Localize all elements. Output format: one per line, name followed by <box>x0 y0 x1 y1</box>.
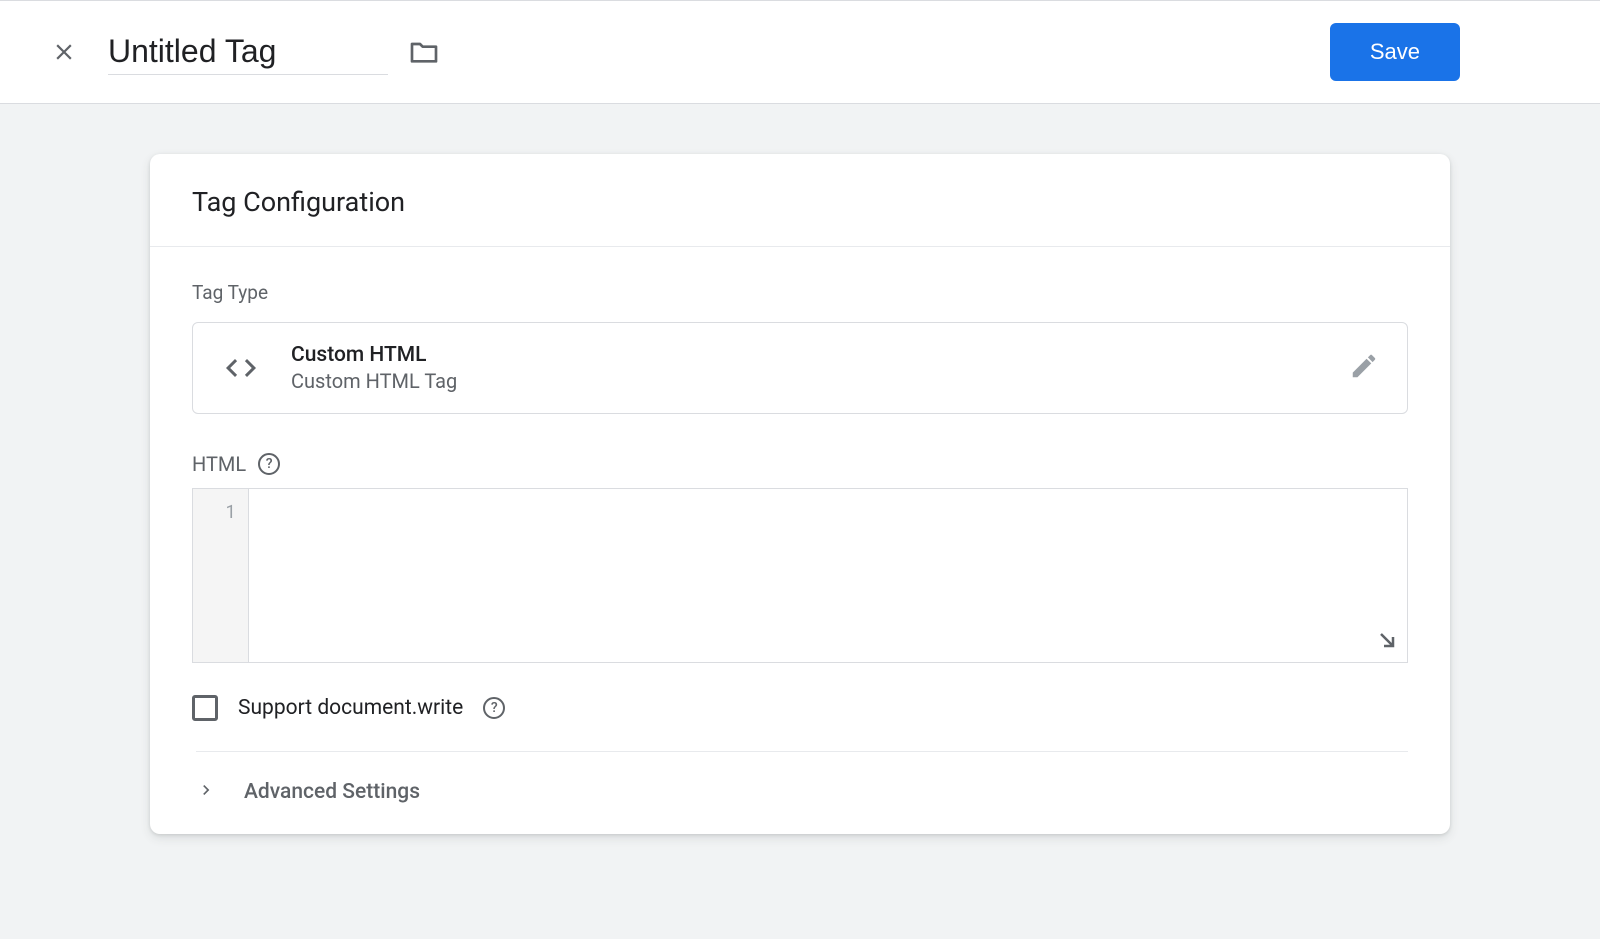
tag-type-selector[interactable]: Custom HTML Custom HTML Tag <box>192 322 1408 414</box>
html-help-icon[interactable]: ? <box>258 453 280 475</box>
card-title: Tag Configuration <box>150 154 1450 247</box>
html-code-editor[interactable]: 1 <box>192 488 1408 663</box>
code-icon <box>221 350 261 386</box>
folder-icon <box>408 36 440 68</box>
close-button[interactable] <box>40 28 88 76</box>
tag-configuration-card: Tag Configuration Tag Type Custom HTML C… <box>150 154 1450 834</box>
tag-name-input[interactable] <box>108 29 388 75</box>
resize-handle[interactable] <box>1375 628 1399 656</box>
tag-type-label: Tag Type <box>192 281 1408 304</box>
support-document-write-help-icon[interactable]: ? <box>483 697 505 719</box>
edit-icon <box>1349 351 1379 385</box>
html-field-label: HTML <box>192 452 246 476</box>
advanced-settings-label: Advanced Settings <box>244 780 420 804</box>
tag-type-description: Custom HTML Tag <box>291 369 1349 393</box>
line-number: 1 <box>193 499 236 523</box>
folder-button[interactable] <box>408 36 440 68</box>
chevron-right-icon <box>196 780 216 804</box>
save-button[interactable]: Save <box>1330 23 1460 81</box>
content-area: Tag Configuration Tag Type Custom HTML C… <box>0 104 1600 834</box>
page-header: Save <box>0 0 1600 104</box>
tag-type-name: Custom HTML <box>291 343 1349 367</box>
support-document-write-checkbox[interactable] <box>192 695 218 721</box>
advanced-settings-toggle[interactable]: Advanced Settings <box>196 751 1408 834</box>
support-document-write-label: Support document.write <box>238 696 463 720</box>
close-icon <box>51 39 77 65</box>
editor-gutter: 1 <box>193 489 249 662</box>
resize-icon <box>1375 628 1399 652</box>
editor-textarea[interactable] <box>249 489 1407 662</box>
